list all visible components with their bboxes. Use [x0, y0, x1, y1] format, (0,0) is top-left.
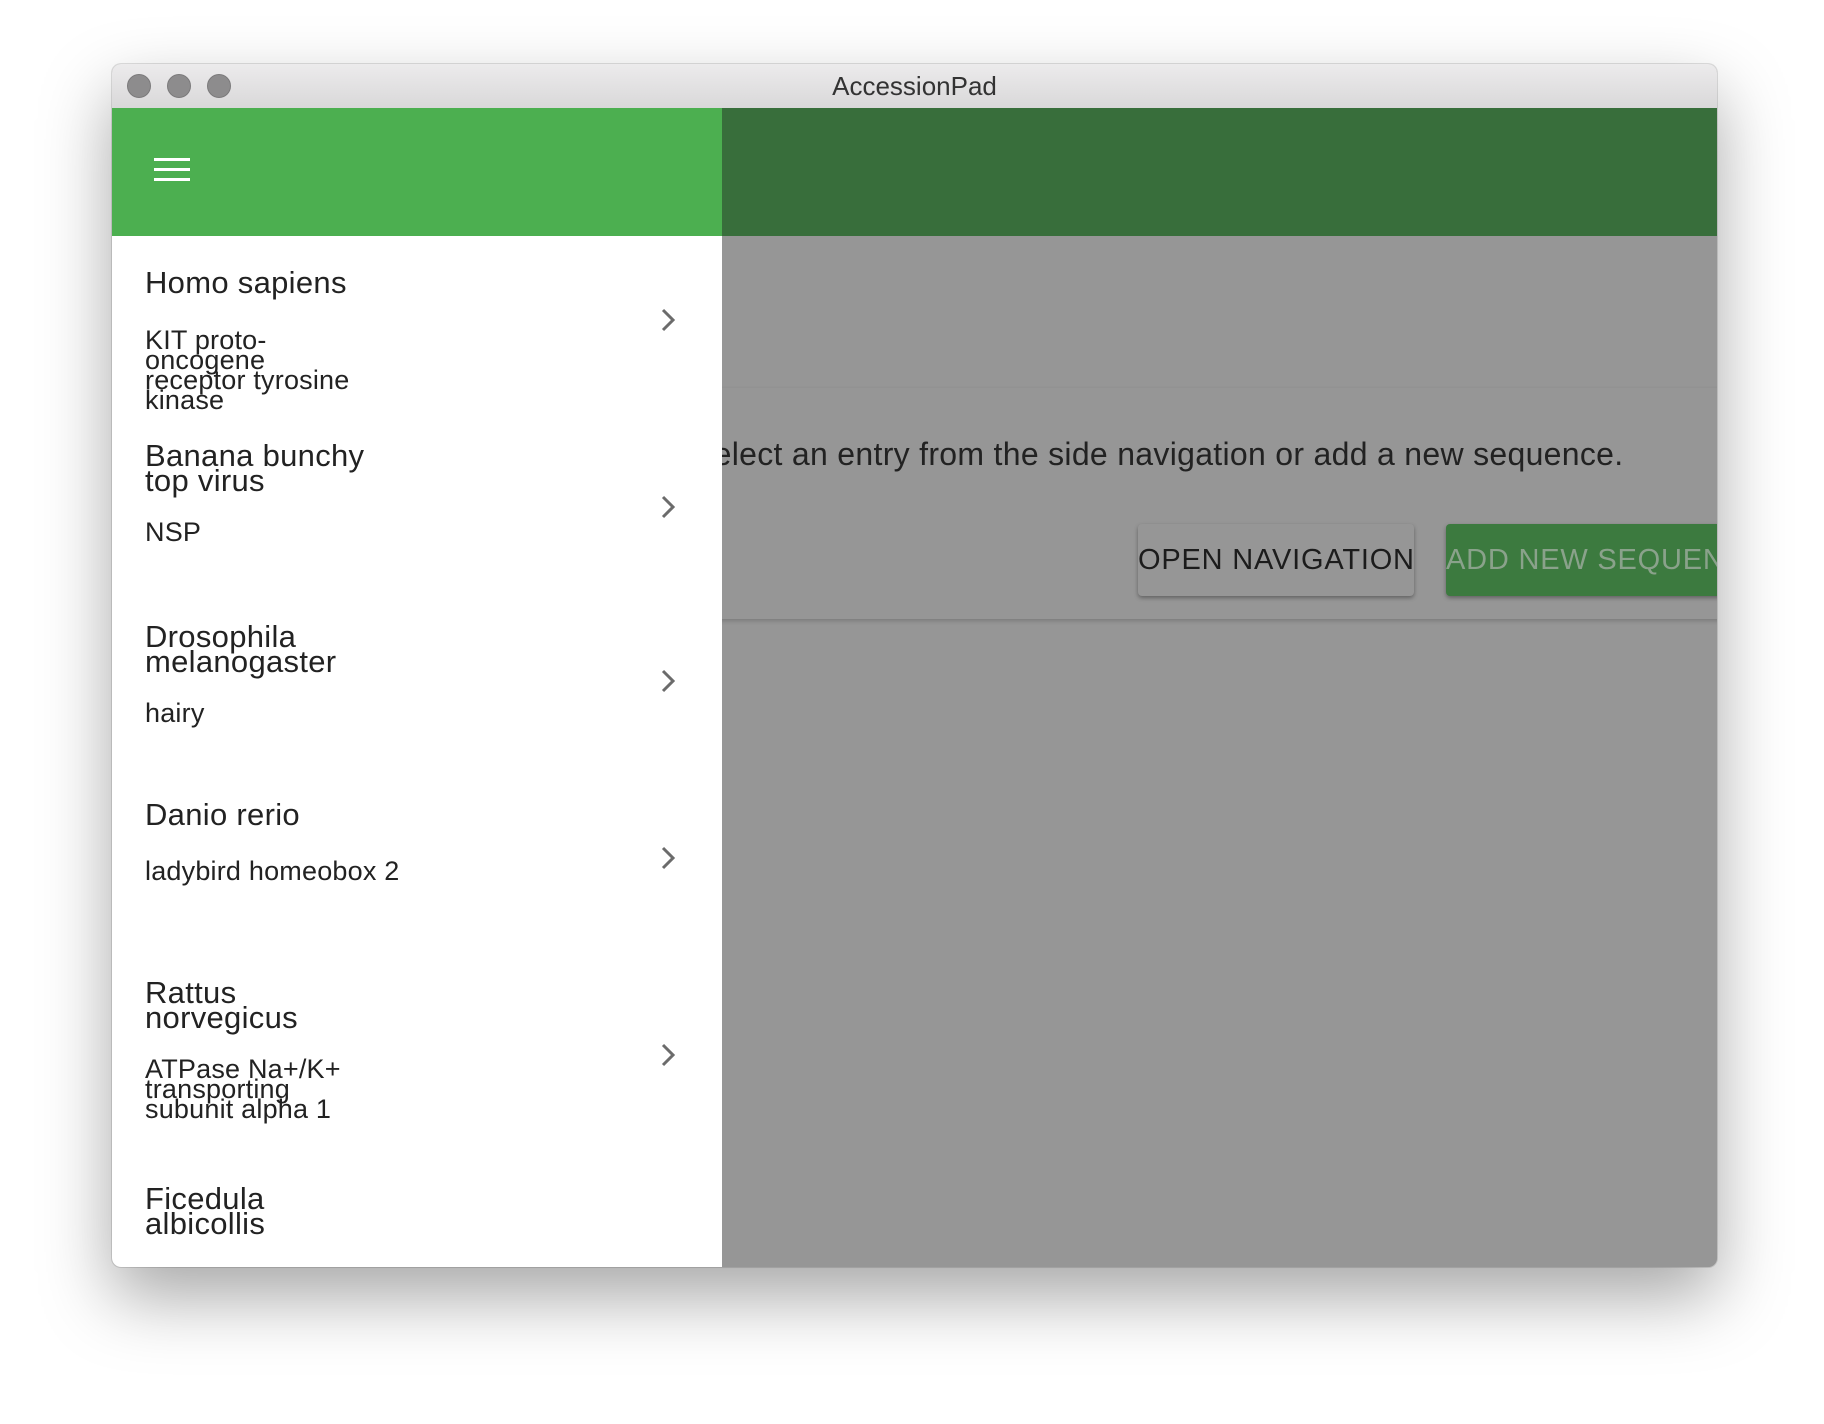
empty-state-message: Select an entry from the side navigation… [692, 436, 1624, 472]
item-organism: Banana bunchy top virus [145, 438, 365, 498]
empty-state-card: Select an entry from the side navigation… [692, 388, 1717, 619]
list-item[interactable]: Ficedula albicollis [112, 1172, 722, 1267]
item-organism: Homo sapiens [145, 265, 347, 300]
chevron-right-icon [661, 1043, 676, 1067]
item-organism: Drosophila melanogaster [145, 619, 337, 679]
item-organism: Danio rerio [145, 797, 300, 832]
open-navigation-button[interactable]: OPEN NAVIGATION [1138, 524, 1414, 596]
add-new-sequence-button[interactable]: ADD NEW SEQUENCE [1446, 524, 1717, 596]
drawer-header [112, 108, 722, 236]
list-item[interactable]: Danio rerio ladybird homeobox 2 [112, 789, 722, 967]
item-gene: ladybird homeobox 2 [145, 856, 400, 886]
list-item[interactable]: Rattus norvegicus ATPase Na+/K+ transpor… [112, 967, 722, 1172]
item-gene: KIT proto-oncogene receptor tyrosine kin… [145, 325, 350, 415]
chevron-right-icon [661, 846, 676, 870]
item-organism: Rattus norvegicus [145, 975, 298, 1035]
item-gene: ATPase Na+/K+ transporting subunit alpha… [145, 1054, 341, 1124]
window-title: AccessionPad [832, 71, 997, 101]
list-item[interactable]: Banana bunchy top virus NSP [112, 431, 722, 611]
item-gene: hairy [145, 698, 205, 728]
chevron-right-icon [661, 669, 676, 693]
list-item[interactable]: Drosophila melanogaster hairy [112, 611, 722, 789]
title-bar[interactable]: AccessionPad [112, 64, 1717, 109]
item-organism: Ficedula albicollis [145, 1181, 266, 1241]
navigation-drawer: Homo sapiens KIT proto-oncogene receptor… [112, 108, 722, 1267]
app-window: AccessionPad Select an entry from the si… [112, 64, 1717, 1267]
list-item[interactable]: Homo sapiens KIT proto-oncogene receptor… [112, 236, 722, 431]
menu-icon[interactable] [154, 156, 190, 184]
item-gene: NSP [145, 517, 202, 547]
sequence-list[interactable]: Homo sapiens KIT proto-oncogene receptor… [112, 236, 722, 1267]
chevron-right-icon [661, 495, 676, 519]
chevron-right-icon [661, 308, 676, 332]
